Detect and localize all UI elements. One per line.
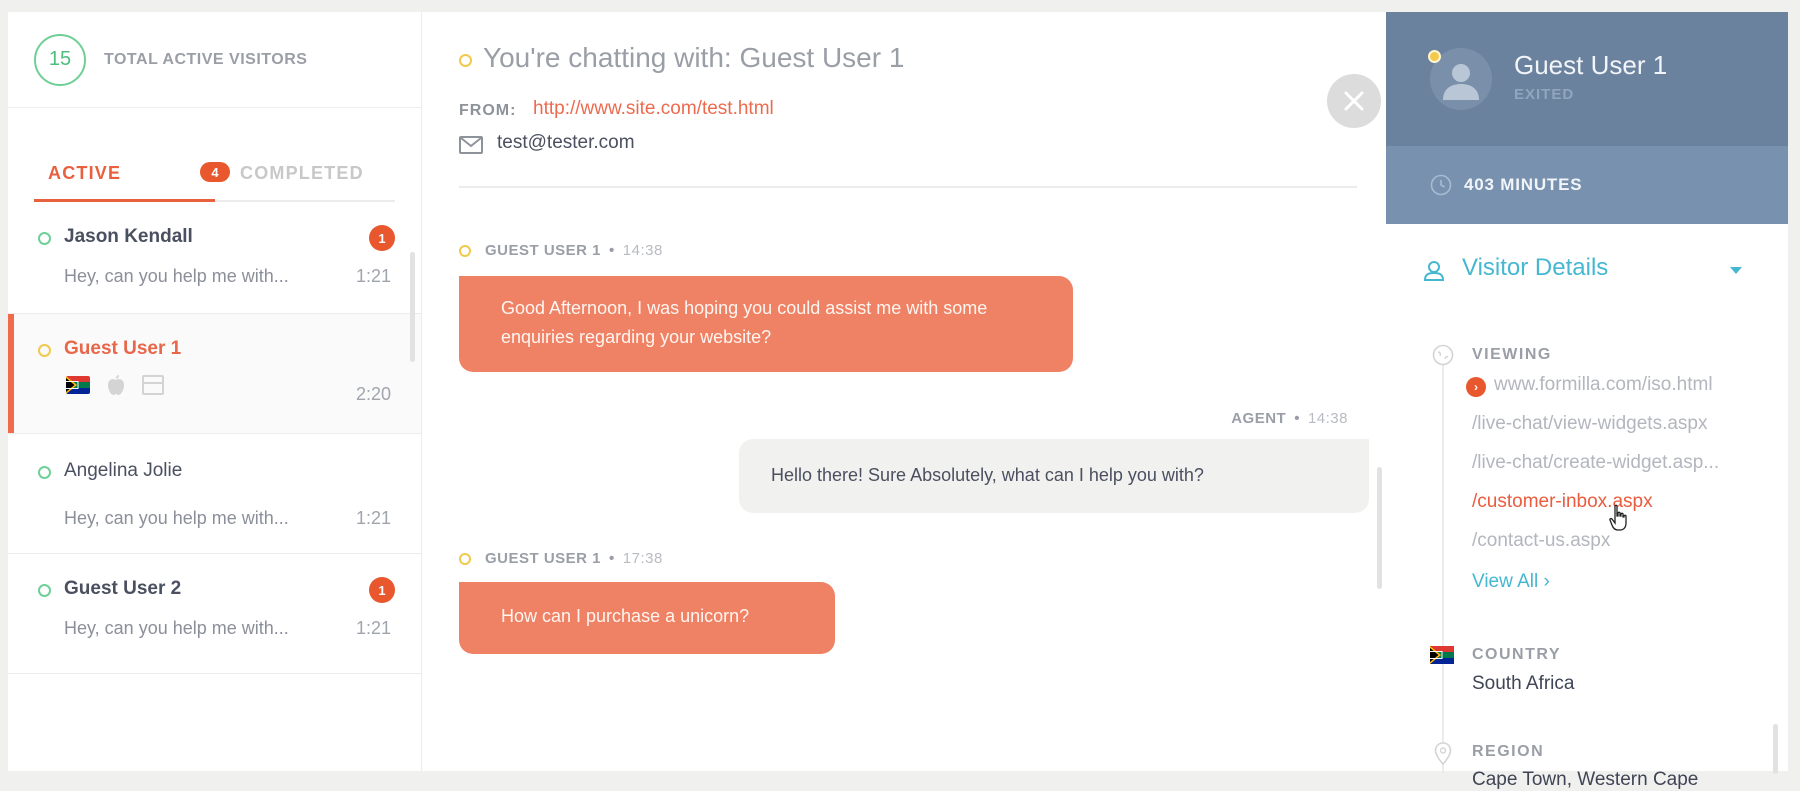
viewed-page-link[interactable]: www.formilla.com/iso.html: [1494, 374, 1713, 396]
chat-name: Guest User 1: [64, 338, 182, 359]
message-sender: AGENT: [1231, 410, 1287, 427]
chat-tabs: ACTIVE 4 COMPLETED: [34, 108, 395, 202]
meta-separator: •: [1294, 410, 1300, 427]
away-status-icon: [1428, 50, 1441, 63]
visit-duration: 403 MINUTES: [1386, 146, 1788, 224]
chat-time: 1:21: [355, 618, 391, 638]
chat-preview: Hey, can you help me with...: [64, 618, 289, 638]
chat-list-panel: 15 TOTAL ACTIVE VISITORS ACTIVE 4 COMPLE…: [8, 12, 422, 771]
chat-time: 2:20: [355, 384, 391, 404]
country-value: South Africa: [1472, 673, 1575, 694]
from-label: FROM:: [459, 102, 517, 119]
current-page-icon: ›: [1466, 377, 1486, 397]
browser-window-icon: [142, 375, 164, 395]
message-time: 17:38: [622, 550, 663, 567]
region-label: REGION: [1472, 743, 1545, 760]
conversation-header: You're chatting with: Guest User 1 FROM:…: [459, 12, 1381, 188]
message-meta: AGENT • 14:38: [1231, 410, 1348, 427]
details-timeline: [1442, 364, 1444, 774]
away-status-icon: [459, 244, 471, 257]
active-visitors-summary: 15 TOTAL ACTIVE VISITORS: [8, 12, 421, 108]
chat-preview: Hey, can you help me with...: [64, 508, 289, 528]
globe-icon: [1432, 344, 1454, 371]
unread-badge: 1: [369, 577, 395, 603]
message-sender: GUEST USER 1: [485, 242, 602, 259]
country-label: COUNTRY: [1472, 646, 1562, 663]
visitor-details-toggle[interactable]: Visitor Details: [1422, 252, 1752, 292]
chat-list-scrollbar[interactable]: [410, 252, 415, 362]
apple-icon: [106, 374, 126, 396]
message-meta: GUEST USER 1 • 14:38: [459, 242, 663, 259]
viewed-page-link[interactable]: /contact-us.aspx: [1472, 530, 1610, 552]
viewing-label: VIEWING: [1472, 346, 1552, 363]
visitor-count: 15: [34, 33, 86, 86]
message-time: 14:38: [622, 242, 663, 259]
visitor-info-panel: Guest User 1 EXITED 403 MINUTES Visitor …: [1386, 12, 1788, 790]
view-all-link[interactable]: View All ›: [1472, 571, 1550, 593]
chat-name: Guest User 2: [64, 578, 182, 599]
message-sender: GUEST USER 1: [485, 550, 602, 567]
away-status-icon: [459, 552, 471, 565]
unread-badge: 1: [369, 225, 395, 251]
tab-completed[interactable]: COMPLETED: [240, 163, 364, 184]
message-text: Hello there! Sure Absolutely, what can I…: [771, 465, 1204, 485]
chat-list-item[interactable]: Guest User 2 1 Hey, can you help me with…: [8, 554, 421, 674]
away-status-icon: [38, 344, 51, 357]
conversation-title: You're chatting with: Guest User 1: [483, 42, 905, 73]
meta-separator: •: [609, 550, 615, 567]
online-status-icon: [38, 232, 51, 245]
chat-preview: Hey, can you help me with...: [64, 266, 289, 286]
online-status-icon: [38, 466, 51, 479]
agent-message-bubble: Hello there! Sure Absolutely, what can I…: [739, 439, 1369, 513]
live-chat-app: 15 TOTAL ACTIVE VISITORS ACTIVE 4 COMPLE…: [8, 12, 1788, 790]
visitor-details-title: Visitor Details: [1462, 254, 1609, 281]
chat-name: Angelina Jolie: [64, 460, 183, 481]
visitor-profile-header: Guest User 1 EXITED: [1386, 12, 1788, 146]
chat-time: 1:21: [355, 508, 391, 528]
location-pin-icon: [1434, 742, 1452, 771]
clock-icon: [1430, 174, 1452, 196]
duration-text: 403 MINUTES: [1464, 175, 1583, 194]
tab-active[interactable]: ACTIVE: [48, 163, 121, 184]
viewed-page-link[interactable]: /live-chat/create-widget.asp...: [1472, 452, 1719, 474]
message-text: How can I purchase a unicorn?: [501, 606, 750, 626]
close-icon: [1344, 91, 1364, 111]
chat-time: 1:21: [355, 266, 391, 286]
active-count-badge: 4: [200, 162, 230, 182]
away-status-icon: [459, 54, 472, 67]
close-chat-button[interactable]: [1327, 74, 1381, 128]
user-icon: [1422, 260, 1446, 282]
hand-cursor-icon: [1608, 504, 1630, 532]
visitor-info-icons: [66, 374, 164, 396]
caret-down-icon: [1730, 267, 1742, 274]
guest-message-bubble: Good Afternoon, I was hoping you could a…: [459, 276, 1073, 372]
viewed-page-link[interactable]: /live-chat/view-widgets.aspx: [1472, 413, 1707, 435]
message-time: 14:38: [1307, 410, 1348, 427]
conversation-panel: You're chatting with: Guest User 1 FROM:…: [423, 12, 1393, 771]
chat-list-item-selected[interactable]: Guest User 1 2:20: [8, 314, 421, 434]
from-url-link[interactable]: http://www.site.com/test.html: [533, 98, 774, 120]
visitor-email: test@tester.com: [497, 132, 635, 153]
conversation-scrollbar[interactable]: [1377, 467, 1382, 589]
chat-list-item[interactable]: Jason Kendall 1 Hey, can you help me wit…: [8, 202, 421, 314]
message-meta: GUEST USER 1 • 17:38: [459, 550, 663, 567]
visitor-name: Guest User 1: [1514, 50, 1668, 80]
message-text: Good Afternoon, I was hoping you could a…: [501, 298, 988, 347]
guest-message-bubble: How can I purchase a unicorn?: [459, 582, 835, 654]
visitors-label: TOTAL ACTIVE VISITORS: [104, 50, 308, 68]
region-value: Cape Town, Western Cape: [1472, 769, 1699, 790]
chat-list-item[interactable]: Angelina Jolie Hey, can you help me with…: [8, 434, 421, 554]
mail-icon: [459, 136, 483, 154]
south-africa-flag-icon: [1430, 646, 1454, 669]
meta-separator: •: [609, 242, 615, 259]
online-status-icon: [38, 584, 51, 597]
chat-name: Jason Kendall: [64, 226, 193, 247]
visitor-status: EXITED: [1514, 86, 1575, 103]
south-africa-flag-icon: [66, 376, 90, 394]
details-scrollbar[interactable]: [1773, 724, 1778, 774]
